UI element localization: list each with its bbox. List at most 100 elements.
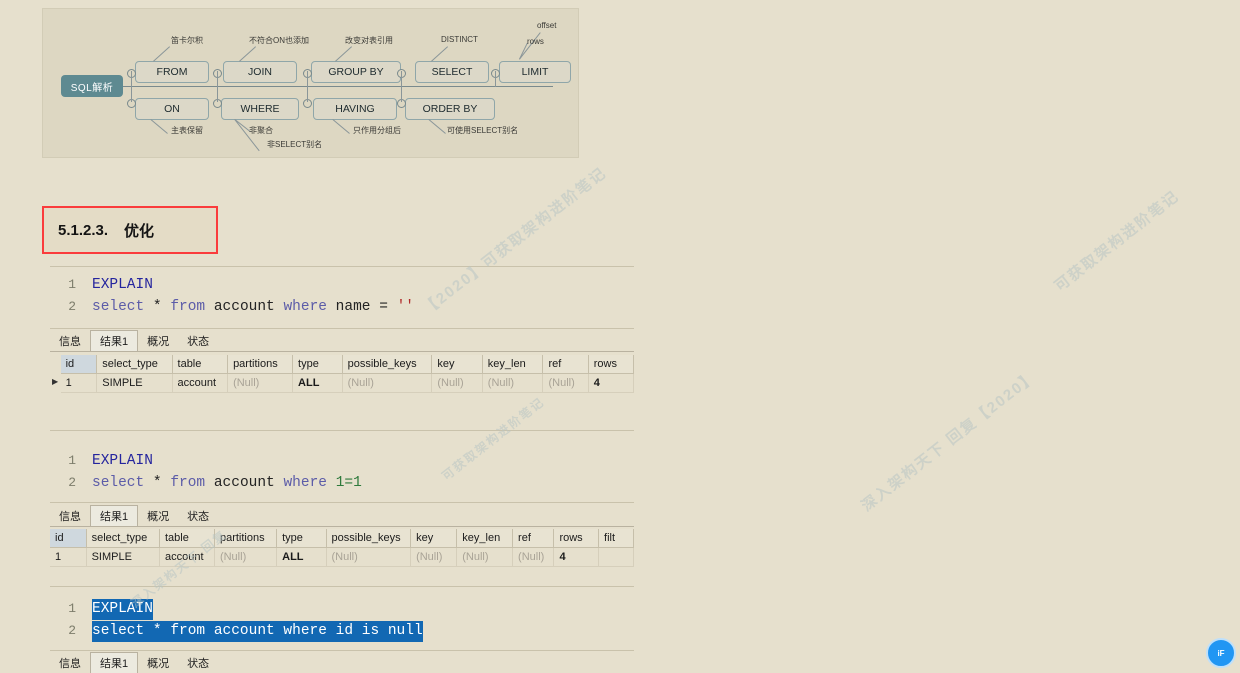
col-key-len[interactable]: key_len [482, 355, 544, 374]
col-id[interactable]: id [50, 529, 87, 548]
divider [50, 328, 634, 329]
col-partitions[interactable]: partitions [228, 355, 294, 374]
tab-status[interactable]: 状态 [178, 331, 218, 351]
mindmap-connector [307, 86, 308, 102]
mindmap-spine [123, 86, 553, 87]
sql-token: account [205, 475, 284, 491]
explain-result-grid-1[interactable]: id select_type table partitions type pos… [50, 355, 635, 393]
sql-token-selected: select * from account where id is null [92, 621, 423, 642]
mindmap-annotation-select: DISTINCT [441, 35, 478, 44]
cell-id: 1 [50, 548, 87, 567]
sql-editor-1[interactable]: 1 EXPLAIN 2 select * from account where … [50, 274, 634, 318]
divider [50, 650, 634, 651]
line-number: 2 [68, 475, 76, 490]
divider [50, 430, 634, 431]
mindmap-node-where: WHERE [221, 98, 299, 120]
col-type[interactable]: type [277, 529, 327, 548]
heading-optimize-title: 优化 [124, 222, 155, 240]
col-key[interactable]: key [411, 529, 458, 548]
col-possible-keys[interactable]: possible_keys [326, 529, 412, 548]
mindmap-leader [428, 119, 446, 134]
mindmap-annotation-where: 非聚合 [249, 126, 273, 135]
sql-token-selected: EXPLAIN [92, 599, 153, 620]
col-type[interactable]: type [293, 355, 343, 374]
col-partitions[interactable]: partitions [214, 529, 278, 548]
col-rows[interactable]: rows [554, 529, 600, 548]
sql-token: select [92, 475, 145, 491]
tab-result1[interactable]: 结果1 [90, 652, 139, 673]
line-number: 1 [68, 453, 76, 468]
tabs-underline [50, 526, 634, 527]
sql-token: from [170, 475, 206, 491]
mindmap-connector [217, 71, 218, 87]
col-id[interactable]: id [60, 355, 98, 374]
table-row[interactable]: 1 SIMPLE account (Null) ALL (Null) (Null… [50, 548, 634, 567]
col-key-len[interactable]: key_len [457, 529, 514, 548]
cell-rows: 4 [588, 374, 635, 393]
col-possible-keys[interactable]: possible_keys [342, 355, 433, 374]
tab-info[interactable]: 信息 [50, 653, 90, 673]
tab-result1[interactable]: 结果1 [90, 505, 139, 526]
cell-rows: 4 [554, 548, 600, 567]
sql-token: select [92, 299, 145, 315]
tab-status[interactable]: 状态 [178, 653, 218, 673]
mindmap-leader [239, 46, 257, 62]
col-filtered[interactable]: filt [599, 529, 634, 548]
row-marker-spacer [50, 355, 61, 374]
sql-line: 2 select * from account where name = '' [50, 296, 634, 318]
mindmap-node-limit: LIMIT [499, 61, 571, 83]
cell-table: account [172, 374, 229, 393]
grid-header-row: id select_type table partitions type pos… [50, 529, 634, 548]
mindmap-node-order-by: ORDER BY [405, 98, 495, 120]
sql-editor-3[interactable]: 1 EXPLAIN 2 select * from account where … [50, 598, 634, 642]
tab-info[interactable]: 信息 [50, 331, 90, 351]
col-select-type[interactable]: select_type [86, 529, 160, 548]
table-row[interactable]: ▶ 1 SIMPLE account (Null) ALL (Null) (Nu… [50, 374, 635, 393]
mindmap-annotation-limit-rows: rows [527, 37, 544, 46]
explain-result-grid-2[interactable]: id select_type table partitions type pos… [50, 529, 634, 567]
result-tabs-1[interactable]: 信息 结果1 概况 状态 [50, 330, 218, 351]
sql-token: from [170, 299, 206, 315]
mindmap-annotation-where-alias: 非SELECT别名 [267, 140, 323, 149]
tab-status[interactable]: 状态 [178, 506, 218, 526]
cell-select-type: SIMPLE [86, 548, 160, 567]
col-table[interactable]: table [159, 529, 215, 548]
col-rows[interactable]: rows [588, 355, 635, 374]
col-table[interactable]: table [172, 355, 229, 374]
document-page: SQL解析 FROM JOIN GROUP BY SELECT LIMIT ON… [0, 0, 1240, 673]
tab-info[interactable]: 信息 [50, 506, 90, 526]
tab-profile[interactable]: 概况 [138, 653, 178, 673]
grid-header-row: id select_type table partitions type pos… [50, 355, 635, 374]
cell-key: (Null) [432, 374, 483, 393]
mindmap-annotation-limit-offset: offset [537, 21, 557, 30]
col-ref[interactable]: ref [543, 355, 589, 374]
mindmap-connector [307, 71, 308, 87]
tab-profile[interactable]: 概况 [138, 506, 178, 526]
mindmap-annotation-on: 主表保留 [171, 126, 203, 135]
col-ref[interactable]: ref [513, 529, 555, 548]
tab-result1[interactable]: 结果1 [90, 330, 139, 351]
mindmap-node-select: SELECT [415, 61, 489, 83]
sql-line: 1 EXPLAIN [50, 274, 634, 296]
mindmap-leader [150, 119, 168, 134]
cell-select-type: SIMPLE [97, 374, 173, 393]
col-key[interactable]: key [432, 355, 483, 374]
sql-editor-2[interactable]: 1 EXPLAIN 2 select * from account where … [50, 450, 634, 494]
divider [50, 266, 634, 267]
cell-key-len: (Null) [482, 374, 544, 393]
mindmap-annotation-join: 不符合ON也添加 [249, 36, 309, 45]
sql-line: 2 select * from account where 1=1 [50, 472, 634, 494]
mindmap-annotation-order-by: 可使用SELECT别名 [447, 126, 519, 135]
result-tabs-2[interactable]: 信息 结果1 概况 状态 [50, 505, 218, 526]
tab-profile[interactable]: 概况 [138, 331, 178, 351]
result-tabs-3[interactable]: 信息 结果1 概况 状态 [50, 652, 218, 673]
cell-partitions: (Null) [214, 548, 278, 567]
col-select-type[interactable]: select_type [97, 355, 173, 374]
heading-optimize-number: 5.1.2.3. [58, 221, 109, 239]
sql-line: 2 select * from account where id is null [50, 620, 634, 642]
line-number: 2 [68, 299, 76, 314]
cell-type: ALL [293, 374, 343, 393]
cell-ref: (Null) [513, 548, 555, 567]
mindmap-annotation-having: 只作用分组后 [353, 126, 401, 135]
sql-token: 1=1 [335, 475, 362, 491]
